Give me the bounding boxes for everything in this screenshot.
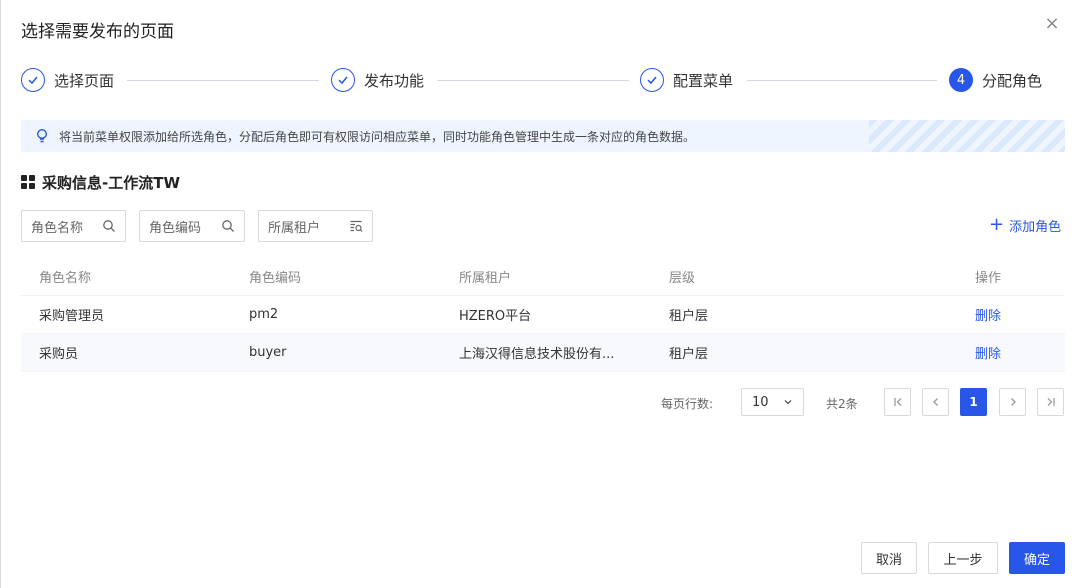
last-page-icon	[1047, 398, 1055, 406]
table-header: 角色名称 角色编码 所属租户 层级 操作	[21, 258, 1065, 296]
page-size-select[interactable]: 10	[741, 388, 804, 416]
filter-placeholder: 角色编码	[149, 220, 202, 236]
page-1-button[interactable]: 1	[960, 388, 987, 416]
step-connector	[747, 80, 937, 81]
next-page-button[interactable]	[999, 388, 1026, 416]
grid-icon	[21, 175, 35, 189]
step-label: 选择页面	[54, 71, 115, 90]
table-row[interactable]: 采购员 buyer 上海汉得信息技术股份有... 租户层 删除	[21, 334, 1065, 372]
chevron-right-icon	[1010, 398, 1016, 406]
roles-table: 角色名称 角色编码 所属租户 层级 操作 采购管理员 pm2 HZERO平台 租…	[21, 258, 1065, 372]
chevron-left-icon	[932, 398, 938, 406]
step-select-page[interactable]: 选择页面	[21, 66, 114, 94]
stepper: 选择页面 发布功能 配置菜单 4 分配角色	[21, 66, 1051, 94]
search-icon	[103, 220, 115, 232]
total-count: 共2条	[826, 397, 858, 411]
step-connector	[437, 80, 629, 81]
step-label: 分配角色	[982, 71, 1043, 90]
step-label: 配置菜单	[673, 71, 734, 90]
add-role-label: 添加角色	[1009, 219, 1062, 235]
previous-step-button[interactable]: 上一步	[928, 542, 998, 574]
delete-link[interactable]: 删除	[975, 309, 1001, 324]
level-cell: 租户层	[669, 309, 709, 324]
search-icon	[222, 220, 234, 232]
page-size-value: 10	[752, 394, 769, 410]
role-name-cell: 采购员	[39, 347, 79, 362]
level-cell: 租户层	[669, 347, 709, 362]
first-page-button[interactable]	[884, 388, 911, 416]
publish-dialog: 选择需要发布的页面 × 选择页面 发布功能 配置菜单 4 分配角色 将当前菜单权…	[0, 0, 1080, 588]
plus-icon: +	[989, 214, 1005, 235]
list-search-icon	[350, 220, 363, 232]
role-name-search-input[interactable]: 角色名称	[21, 210, 126, 242]
filter-placeholder: 角色名称	[31, 220, 84, 236]
section-title: 采购信息-工作流TW	[42, 173, 181, 192]
check-circle-icon	[21, 68, 45, 92]
filter-placeholder: 所属租户	[268, 220, 321, 236]
cancel-button[interactable]: 取消	[861, 542, 917, 574]
prev-page-button[interactable]	[922, 388, 949, 416]
rows-per-page-label: 每页行数:	[661, 397, 714, 411]
role-code-cell: pm2	[249, 307, 279, 322]
role-code-search-input[interactable]: 角色编码	[139, 210, 245, 242]
check-circle-icon	[640, 68, 664, 92]
column-header[interactable]: 角色名称	[21, 267, 231, 286]
step-configure-menu[interactable]: 配置菜单	[640, 66, 733, 94]
role-code-cell: buyer	[249, 345, 287, 360]
table-row[interactable]: 采购管理员 pm2 HZERO平台 租户层 删除	[21, 296, 1065, 334]
lightbulb-icon	[35, 128, 49, 144]
step-assign-role[interactable]: 4 分配角色	[949, 66, 1042, 94]
step-publish-function[interactable]: 发布功能	[331, 66, 424, 94]
delete-link[interactable]: 删除	[975, 347, 1001, 362]
check-circle-icon	[331, 68, 355, 92]
tenant-cell: HZERO平台	[459, 309, 532, 324]
column-header[interactable]: 层级	[651, 267, 911, 286]
chevron-down-icon	[784, 400, 792, 405]
step-label: 发布功能	[364, 71, 425, 90]
last-page-button[interactable]	[1037, 388, 1064, 416]
alert-text: 将当前菜单权限添加给所选角色，分配后角色即可有权限访问相应菜单，同时功能角色管理…	[59, 130, 696, 144]
tenant-cell: 上海汉得信息技术股份有...	[459, 347, 615, 362]
column-header: 操作	[974, 271, 1001, 286]
role-name-cell: 采购管理员	[39, 309, 105, 324]
column-header[interactable]: 所属租户	[441, 267, 651, 286]
column-header[interactable]: 角色编码	[231, 267, 441, 286]
dialog-title: 选择需要发布的页面	[21, 22, 174, 42]
section-header: 采购信息-工作流TW	[21, 172, 180, 192]
step-number-badge: 4	[949, 68, 973, 92]
confirm-button[interactable]: 确定	[1009, 542, 1065, 574]
step-connector	[127, 80, 319, 81]
info-alert: 将当前菜单权限添加给所选角色，分配后角色即可有权限访问相应菜单，同时功能角色管理…	[21, 120, 1065, 152]
first-page-icon	[893, 398, 901, 406]
decorative-stripes	[869, 120, 1065, 152]
add-role-button[interactable]: + 添加角色	[989, 215, 1061, 235]
tenant-lov-input[interactable]: 所属租户	[258, 210, 373, 242]
close-icon[interactable]: ×	[1042, 14, 1062, 34]
